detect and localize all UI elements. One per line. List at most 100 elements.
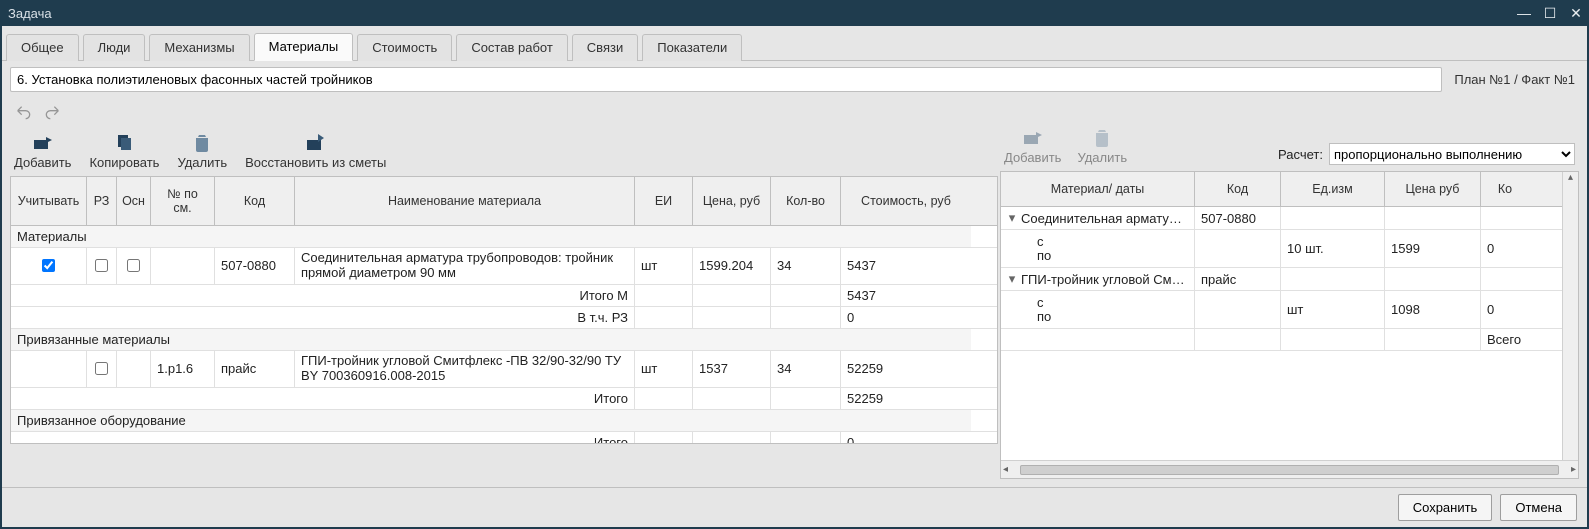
right-add-label: Добавить [1004,150,1061,165]
col-price[interactable]: Цена, руб [693,177,771,225]
table-row[interactable]: 507-0880 Соединительная арматура трубопр… [11,248,997,285]
tab-links[interactable]: Связи [572,34,638,61]
tree-row[interactable]: ▾ГПИ-тройник угловой См… прайс [1001,268,1578,291]
tree-child-row[interactable]: спо шт 1098 0 [1001,291,1578,329]
total-label: Всего [1481,329,1529,350]
tree-child-row[interactable]: спо 10 шт. 1599 0 [1001,230,1578,268]
rcol-qty[interactable]: Ко [1481,172,1529,206]
group-bound-equipment: Привязанное оборудование [11,410,971,431]
copy-label: Копировать [89,155,159,170]
restore-icon [306,133,326,153]
save-button[interactable]: Сохранить [1398,494,1493,521]
scrollbar-thumb[interactable] [1020,465,1559,475]
material-name: ГПИ-тройник угловой См… [1021,272,1185,287]
cell-unit: шт [635,351,693,387]
tab-work-composition[interactable]: Состав работ [456,34,567,61]
trash-icon [194,133,210,153]
cancel-button[interactable]: Отмена [1500,494,1577,521]
tab-indicators[interactable]: Показатели [642,34,742,61]
col-num[interactable]: № по см. [151,177,215,225]
date-from-label: с [1037,296,1051,310]
rcol-unit[interactable]: Ед.изм [1281,172,1385,206]
tab-general[interactable]: Общее [6,34,79,61]
col-osn[interactable]: Осн [117,177,151,225]
task-name-input[interactable] [10,67,1442,92]
cell-unit: шт [635,248,693,284]
delete-button[interactable]: Удалить [177,133,227,170]
date-from-label: с [1037,235,1051,249]
date-to-label: по [1037,249,1051,263]
material-name: Соединительная армату… [1021,211,1182,226]
restore-button[interactable]: Восстановить из сметы [245,133,386,170]
summary-vtch-rz-label: В т.ч. РЗ [11,307,635,328]
col-code[interactable]: Код [215,177,295,225]
add-icon [1023,128,1043,148]
copy-button[interactable]: Копировать [89,133,159,170]
col-qty[interactable]: Кол-во [771,177,841,225]
close-icon[interactable]: ✕ [1569,5,1583,22]
scroll-right-icon[interactable]: ▸ [1571,464,1576,475]
delete-label: Удалить [177,155,227,170]
right-add-button[interactable]: Добавить [1004,128,1061,165]
col-unit[interactable]: ЕИ [635,177,693,225]
tab-cost[interactable]: Стоимость [357,34,452,61]
tab-people[interactable]: Люди [83,34,146,61]
tab-materials[interactable]: Материалы [254,33,354,61]
vertical-scrollbar[interactable]: ▴ [1562,172,1578,460]
cell-qty: 34 [771,351,841,387]
chevron-down-icon[interactable]: ▾ [1007,210,1017,226]
price-grid[interactable]: Материал/ даты Код Ед.изм Цена руб Ко ▾ С… [1000,171,1579,479]
summary-itogo-label: Итого [11,388,635,409]
table-row[interactable]: 1.р1.6 прайс ГПИ-тройник угловой Смитфле… [11,351,997,388]
tab-mechanisms[interactable]: Механизмы [149,34,249,61]
titlebar: Задача — ☐ ✕ [0,0,1589,26]
rz-checkbox[interactable] [95,362,108,375]
cell-price: 1537 [693,351,771,387]
cell-cost: 52259 [841,351,971,387]
summary-itogo-m-label: Итого М [11,285,635,306]
summary-itogo-eq-value: 0 [841,432,971,444]
add-icon [33,133,53,153]
undo-icon[interactable] [14,104,32,123]
rcol-material[interactable]: Материал/ даты [1001,172,1195,206]
plan-fact-label: План №1 / Факт №1 [1450,72,1579,87]
redo-icon[interactable] [44,104,62,123]
col-cost[interactable]: Стоимость, руб [841,177,971,225]
group-materials: Материалы [11,226,971,247]
tree-row[interactable]: ▾Соединительная армату… 507-0880 [1001,207,1578,230]
osn-checkbox[interactable] [127,259,140,272]
calc-label: Расчет: [1278,147,1323,162]
horizontal-scrollbar[interactable]: ◂ ▸ [1001,460,1578,478]
chevron-down-icon[interactable]: ▾ [1007,271,1017,287]
restore-label: Восстановить из сметы [245,155,386,170]
rcol-code[interactable]: Код [1195,172,1281,206]
col-rz[interactable]: РЗ [87,177,117,225]
window-title: Задача [8,6,52,21]
col-name[interactable]: Наименование материала [295,177,635,225]
right-delete-button[interactable]: Удалить [1077,128,1127,165]
summary-itogo-m-value: 5437 [841,285,971,306]
child-qty: 0 [1481,230,1529,267]
consider-checkbox[interactable] [42,259,55,272]
window-controls: — ☐ ✕ [1517,5,1583,22]
maximize-icon[interactable]: ☐ [1543,5,1557,22]
cell-price: 1599.204 [693,248,771,284]
cell-num: 1.р1.6 [151,351,215,387]
total-row: Всего [1001,329,1578,351]
materials-grid[interactable]: Учитывать РЗ Осн № по см. Код Наименован… [10,176,998,444]
minimize-icon[interactable]: — [1517,5,1531,21]
scroll-left-icon[interactable]: ◂ [1003,464,1008,475]
copy-icon [115,133,133,153]
child-unit: шт [1281,291,1385,328]
child-unit: 10 шт. [1281,230,1385,267]
summary-itogo-eq-label: Итого [11,432,635,444]
calc-select[interactable]: пропорционально выполнению [1329,143,1575,165]
rz-checkbox[interactable] [95,259,108,272]
rcol-price[interactable]: Цена руб [1385,172,1481,206]
add-label: Добавить [14,155,71,170]
col-consider[interactable]: Учитывать [11,177,87,225]
add-button[interactable]: Добавить [14,133,71,170]
scroll-up-icon[interactable]: ▴ [1563,172,1578,183]
child-price: 1599 [1385,230,1481,267]
child-price: 1098 [1385,291,1481,328]
